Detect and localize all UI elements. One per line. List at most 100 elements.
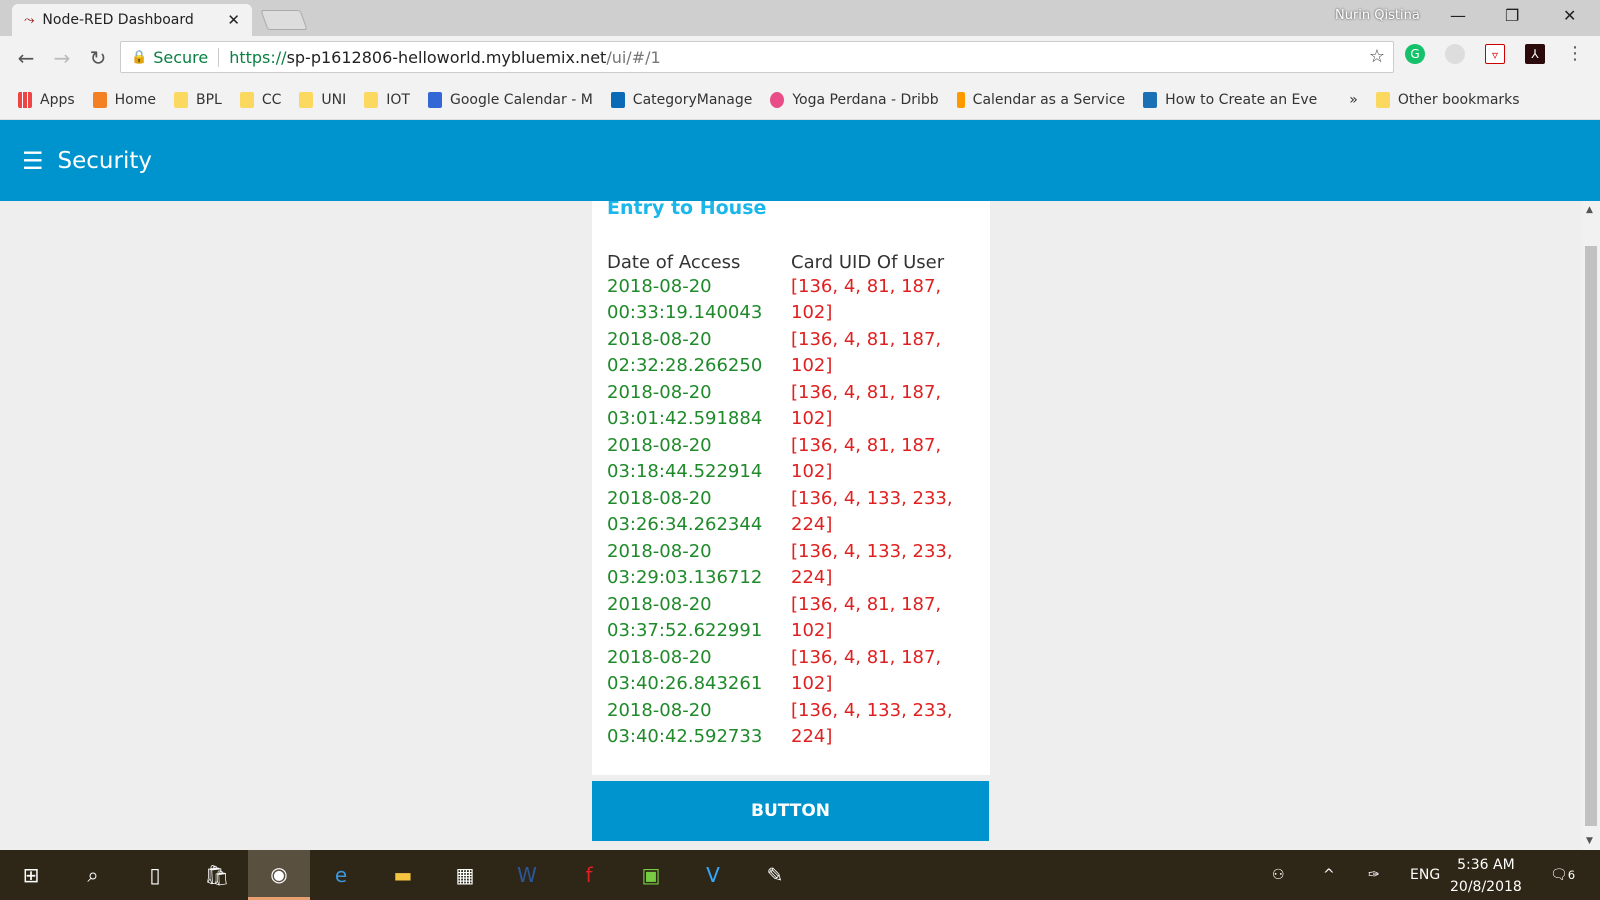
folder-icon	[239, 91, 254, 108]
reload-icon[interactable]: ↻	[80, 46, 116, 70]
extension-icon[interactable]	[1445, 44, 1465, 64]
clock-time: 5:36 AM	[1457, 857, 1515, 873]
dashboard-header: ☰ Security	[0, 120, 1600, 201]
bookmark-label: CC	[261, 91, 282, 108]
browser-tab[interactable]: ⤳ Node-RED Dashboard ✕	[12, 4, 252, 36]
close-window-icon[interactable]: ✕	[1563, 6, 1576, 25]
card-title: Entry to House	[607, 201, 767, 219]
bookmark-how-to-create[interactable]: How to Create an Eve	[1143, 91, 1318, 108]
bookmark-categorymanage[interactable]: CategoryManage	[610, 91, 752, 108]
tray-expand-icon[interactable]: ^	[1323, 850, 1335, 900]
clock[interactable]: 5:36 AM 20/8/2018	[1450, 854, 1522, 898]
scrollbar-thumb[interactable]	[1585, 246, 1597, 826]
card-uid: [136, 4, 133, 233, 224]	[791, 540, 953, 588]
pen-icon[interactable]: ✑	[1368, 850, 1380, 900]
bookmark-home[interactable]: Home	[92, 91, 156, 108]
vs-code-icon[interactable]: V	[682, 850, 744, 900]
column-header-uid: Card UID Of User	[791, 252, 945, 273]
bookmarks-bar: Apps Home BPL CC UNI IOT Google Calendar…	[0, 80, 1600, 120]
file-explorer-icon[interactable]: ▬	[372, 850, 434, 900]
table-row: 2018-08-20 03:29:03.136712 [136, 4, 133, …	[607, 538, 976, 591]
other-bookmarks[interactable]: Other bookmarks	[1375, 91, 1520, 108]
url-path: /ui/#/1	[606, 47, 661, 67]
people-icon[interactable]: ⚇	[1272, 850, 1285, 900]
dribbble-icon	[770, 91, 785, 108]
access-table: Date of Access Card UID Of User 2018-08-…	[607, 243, 976, 750]
mcafee-icon[interactable]: ▿	[1485, 44, 1505, 64]
bookmark-bpl[interactable]: BPL	[174, 91, 222, 108]
card-uid: [136, 4, 81, 187, 102]	[791, 381, 942, 429]
card-uid: [136, 4, 81, 187, 102]	[791, 328, 942, 376]
windows-taskbar: ⊞ ⌕ ▯ 🛍 ◉ e ▬ ▦ W f ▣ V ✎ ⚇ ^ ✑ ENG 5:36…	[0, 850, 1600, 900]
access-date: 2018-08-20 02:32:28.266250	[607, 328, 763, 376]
notification-count: 6	[1567, 868, 1576, 882]
bookmark-cc[interactable]: CC	[239, 91, 282, 108]
folder-icon	[299, 91, 314, 108]
bookmark-label: Google Calendar - M	[449, 91, 593, 108]
back-icon[interactable]: ←	[8, 46, 44, 70]
url-host: sp-p1612806-helloworld.mybluemix.net	[286, 47, 607, 67]
task-view-icon[interactable]: ▯	[124, 850, 186, 900]
language-indicator[interactable]: ENG	[1410, 850, 1440, 900]
search-icon[interactable]: ⌕	[62, 850, 124, 900]
cronofy-icon	[956, 91, 965, 108]
stackoverflow-icon	[92, 91, 107, 108]
new-tab-button[interactable]	[260, 10, 308, 30]
button[interactable]: BUTTON	[592, 781, 989, 841]
scroll-up-icon[interactable]: ▲	[1586, 205, 1593, 215]
bookmark-label: IOT	[386, 91, 410, 108]
calendar-icon	[427, 91, 442, 108]
store-icon[interactable]: 🛍	[186, 850, 248, 900]
bookmark-label: How to Create an Eve	[1165, 91, 1318, 108]
entry-card: Entry to House Date of Access Card UID O…	[592, 201, 990, 775]
bookmark-calendar-service[interactable]: Calendar as a Service	[956, 91, 1125, 108]
edge-icon[interactable]: e	[310, 850, 372, 900]
chrome-icon[interactable]: ◉	[248, 850, 310, 900]
lock-icon: 🔒	[131, 49, 148, 65]
notifications-icon[interactable]: 🗨 6	[1550, 850, 1575, 900]
scroll-down-icon[interactable]: ▼	[1586, 836, 1593, 846]
minimize-icon[interactable]: —	[1450, 6, 1466, 25]
address-bar[interactable]: 🔒 Secure https://sp-p1612806-helloworld.…	[120, 41, 1394, 73]
close-tab-icon[interactable]: ✕	[227, 11, 240, 29]
card-uid: [136, 4, 133, 233, 224]	[791, 699, 953, 747]
access-date: 2018-08-20 03:26:34.262344	[607, 487, 763, 535]
bookmark-iot[interactable]: IOT	[364, 91, 410, 108]
url-text[interactable]: https://sp-p1612806-helloworld.mybluemix…	[229, 48, 660, 67]
more-bookmarks[interactable]: »	[1349, 92, 1358, 108]
dashboard-content: Entry to House Date of Access Card UID O…	[0, 201, 1582, 850]
card-uid: [136, 4, 81, 187, 102]	[791, 434, 942, 482]
image-app-icon[interactable]: ▣	[620, 850, 682, 900]
bookmark-dribbble[interactable]: Yoga Perdana - Dribb	[770, 91, 939, 108]
access-date: 2018-08-20 03:18:44.522914	[607, 434, 763, 482]
calendar-app-icon[interactable]: ▦	[434, 850, 496, 900]
bookmark-star-icon[interactable]: ☆	[1369, 46, 1385, 67]
hamburger-menu-icon[interactable]: ☰	[22, 147, 44, 175]
column-header-date: Date of Access	[607, 252, 741, 273]
bookmark-google-calendar[interactable]: Google Calendar - M	[427, 91, 593, 108]
table-row: 2018-08-20 03:18:44.522914 [136, 4, 81, 1…	[607, 432, 976, 485]
card-uid: [136, 4, 81, 187, 102]	[791, 646, 942, 694]
bookmark-uni[interactable]: UNI	[299, 91, 346, 108]
table-row: 2018-08-20 03:26:34.262344 [136, 4, 133, …	[607, 485, 976, 538]
restore-icon[interactable]: ❐	[1505, 6, 1519, 25]
apps-grid-icon	[18, 91, 32, 108]
folder-icon	[1375, 91, 1390, 108]
bookmark-label: BPL	[196, 91, 222, 108]
scrollbar[interactable]: ▲ ▼	[1582, 201, 1600, 850]
menu-dots-icon[interactable]: ⋮	[1565, 44, 1585, 64]
table-row: 2018-08-20 03:01:42.591884 [136, 4, 81, 1…	[607, 379, 976, 432]
table-row: 2018-08-20 03:40:26.843261 [136, 4, 81, 1…	[607, 644, 976, 697]
table-row: 2018-08-20 03:40:42.592733 [136, 4, 133, …	[607, 697, 976, 750]
bookmark-apps[interactable]: Apps	[18, 91, 75, 108]
grammarly-icon[interactable]: G	[1405, 44, 1425, 64]
paint-icon[interactable]: ✎	[744, 850, 806, 900]
start-icon[interactable]: ⊞	[0, 850, 62, 900]
forward-icon[interactable]: →	[44, 46, 80, 70]
acrobat-icon[interactable]: ⅄	[1525, 44, 1545, 64]
bookmark-label: Apps	[40, 91, 75, 108]
word-icon[interactable]: W	[496, 850, 558, 900]
browser-toolbar: ← → ↻ 🔒 Secure https://sp-p1612806-hello…	[0, 36, 1600, 80]
foxit-icon[interactable]: f	[558, 850, 620, 900]
profile-name[interactable]: Nurin Qistina	[1335, 8, 1420, 23]
